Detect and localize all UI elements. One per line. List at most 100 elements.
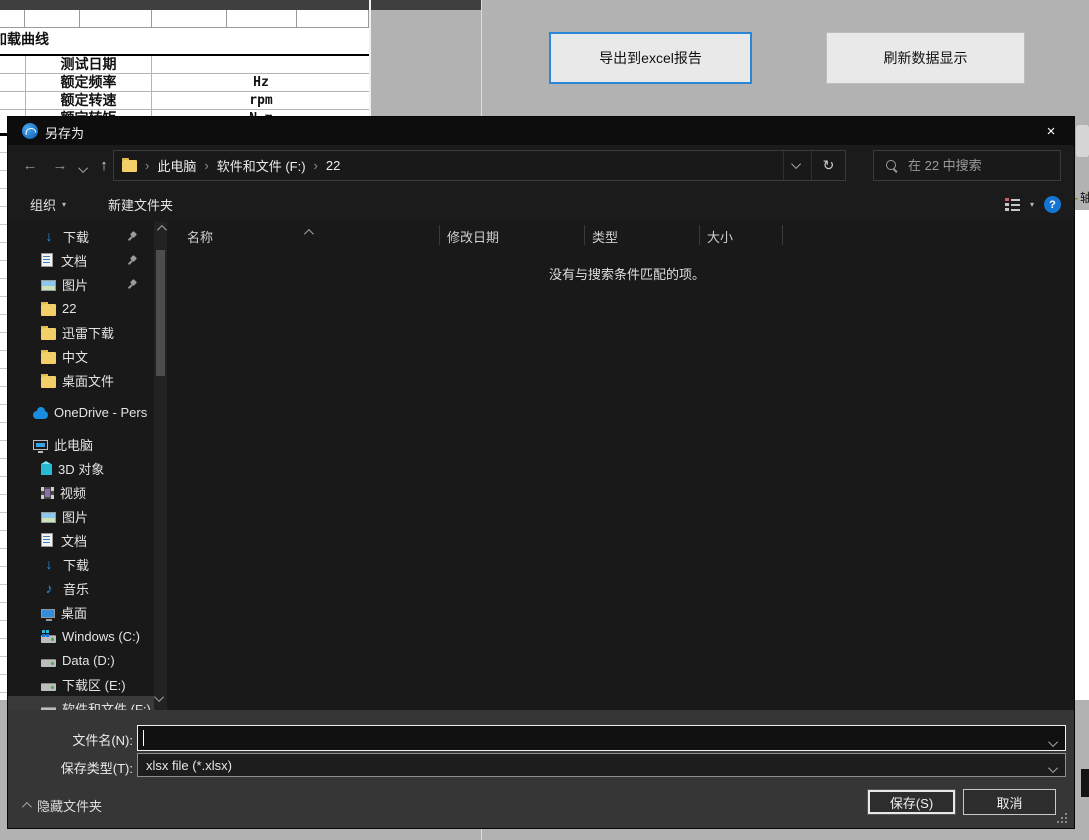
address-bar[interactable]: ›此电脑›软件和文件 (F:)›22 ↻ [113, 150, 846, 181]
sidebar-item-label: Windows (C:) [62, 629, 140, 644]
view-dropdown-icon[interactable]: ▾ [1030, 200, 1034, 209]
recent-locations-icon[interactable] [74, 160, 94, 178]
breadcrumb-item[interactable]: 此电脑 [153, 156, 200, 175]
search-icon [886, 160, 898, 172]
breadcrumb-chevron-icon: › [200, 158, 212, 173]
sidebar-item[interactable]: 中文 [8, 344, 154, 368]
sidebar-item-label: 22 [62, 301, 76, 316]
sheet-row: 额定频率Hz [0, 74, 369, 92]
sidebar-item[interactable]: 22 [8, 296, 154, 320]
dialog-titlebar[interactable]: 另存为 × [8, 117, 1074, 145]
refresh-data-button[interactable]: 刷新数据显示 [826, 32, 1025, 84]
file-name-dropdown[interactable] [1051, 734, 1058, 752]
save-as-dialog: 另存为 × ← → ↑ ›此电脑›软件和文件 (F:)›22 ↻ 组织 ▾ [8, 117, 1074, 828]
sidebar-item[interactable]: 桌面 [8, 600, 154, 624]
address-dropdown[interactable] [783, 151, 811, 180]
sidebar-item[interactable]: ↓下载 [8, 224, 154, 248]
sidebar-item-label: 图片 [62, 507, 88, 526]
scroll-up-icon[interactable] [157, 224, 164, 234]
close-icon[interactable]: × [1028, 117, 1074, 145]
organize-button[interactable]: 组织 ▾ [22, 193, 74, 217]
sidebar-item-label: 视频 [60, 483, 86, 502]
breadcrumb-item[interactable]: 22 [322, 158, 344, 173]
save-button[interactable]: 保存(S) [867, 789, 956, 815]
sidebar-item[interactable]: 文档 [8, 528, 154, 552]
chevron-up-icon [22, 802, 32, 812]
chevron-down-icon [791, 159, 801, 169]
save-type-dropdown[interactable] [1051, 761, 1058, 776]
chevron-up-icon [157, 225, 167, 235]
breadcrumb-item[interactable]: 软件和文件 (F:) [213, 156, 310, 175]
background-sheet-line [0, 133, 8, 136]
sidebar-item[interactable]: 下载区 (E:) [8, 672, 154, 696]
scrollbar-thumb[interactable] [156, 250, 165, 376]
axis-label-text: 轴 [1080, 191, 1089, 205]
chevron-down-icon: ▾ [62, 200, 66, 209]
sidebar-item[interactable]: Windows (C:) [8, 624, 154, 648]
sheet-header-cell [297, 10, 369, 27]
sidebar-item[interactable]: 桌面文件 [8, 368, 154, 392]
sheet-header-cell [152, 10, 227, 27]
sort-ascending-icon[interactable] [304, 223, 311, 241]
back-icon[interactable]: ← [20, 157, 40, 175]
screen: 加载曲线 测试日期额定频率Hz额定转速rpm额定转矩N.m 导出到excel报告… [0, 0, 1089, 840]
panel-divider [481, 0, 482, 117]
column-header[interactable]: 修改日期 [440, 225, 585, 245]
sheet-row-label: 额定转矩 [25, 110, 152, 117]
new-folder-button[interactable]: 新建文件夹 [100, 193, 181, 217]
sidebar-item[interactable]: ♪音乐 [8, 576, 154, 600]
breadcrumb: ›此电脑›软件和文件 (F:)›22 [141, 151, 783, 180]
save-type-label: 保存类型(T): [13, 758, 133, 777]
sidebar-item[interactable]: 图片 [8, 504, 154, 528]
sidebar-scrollbar[interactable] [154, 222, 167, 710]
command-toolbar: 组织 ▾ 新建文件夹 ▾ ? [8, 187, 1074, 222]
resize-grip-icon[interactable] [1057, 813, 1069, 825]
sheet-right-edge [369, 0, 371, 117]
pic-icon [41, 280, 56, 291]
sidebar-item[interactable]: OneDrive - Pers [8, 400, 154, 424]
pin-icon [128, 231, 139, 242]
sidebar-item[interactable]: 软件和文件 (F:) [8, 696, 154, 710]
sheet-title: 加载曲线 [0, 29, 49, 45]
change-view-icon[interactable] [1005, 198, 1020, 211]
help-icon[interactable]: ? [1044, 196, 1061, 213]
folder-icon [41, 376, 56, 388]
chevron-down-icon [154, 692, 164, 702]
sidebar-item[interactable]: 图片 [8, 272, 154, 296]
search-box[interactable] [873, 150, 1061, 181]
background-chart-area [1074, 210, 1089, 700]
sidebar-item[interactable]: Data (D:) [8, 648, 154, 672]
sidebar-item[interactable]: 3D 对象 [8, 456, 154, 480]
export-to-excel-button[interactable]: 导出到excel报告 [549, 32, 752, 84]
sidebar-item[interactable]: 此电脑 [8, 432, 154, 456]
sidebar-item[interactable]: 文档 [8, 248, 154, 272]
cancel-button[interactable]: 取消 [963, 789, 1056, 815]
organize-label: 组织 [30, 195, 56, 214]
sidebar-item-label: OneDrive - Pers [54, 405, 147, 420]
refresh-icon[interactable]: ↻ [811, 151, 845, 180]
column-header[interactable]: 大小 [700, 225, 783, 245]
chevron-down-icon [1048, 763, 1058, 773]
hide-folders-button[interactable]: 隐藏文件夹 [22, 796, 102, 815]
column-header[interactable]: 类型 [585, 225, 700, 245]
sidebar-item[interactable]: 视频 [8, 480, 154, 504]
film-icon [41, 487, 54, 499]
up-icon[interactable]: ↑ [94, 157, 114, 175]
sidebar-item-label: 音乐 [63, 579, 89, 598]
sheet-header-cell [80, 10, 152, 27]
forward-icon[interactable]: → [50, 157, 70, 175]
file-name-input[interactable] [137, 725, 1066, 751]
search-input[interactable] [906, 157, 1060, 174]
chevron-down-icon [78, 163, 88, 173]
sidebar-item[interactable]: ↓下载 [8, 552, 154, 576]
sidebar-item[interactable]: 迅雷下载 [8, 320, 154, 344]
save-type-select[interactable]: xlsx file (*.xlsx) [137, 753, 1066, 777]
file-list: 名称修改日期类型大小 没有与搜索条件匹配的项。 [180, 222, 1074, 710]
cube-icon [41, 464, 52, 475]
dialog-main: ↓下载文档图片22迅雷下载中文桌面文件OneDrive - Pers此电脑3D … [8, 222, 1074, 710]
drive-icon [41, 683, 56, 691]
scroll-down-icon[interactable] [157, 694, 164, 704]
sidebar-item-label: 桌面文件 [62, 371, 114, 390]
hide-folders-label: 隐藏文件夹 [37, 796, 102, 815]
folder-icon [41, 328, 56, 340]
